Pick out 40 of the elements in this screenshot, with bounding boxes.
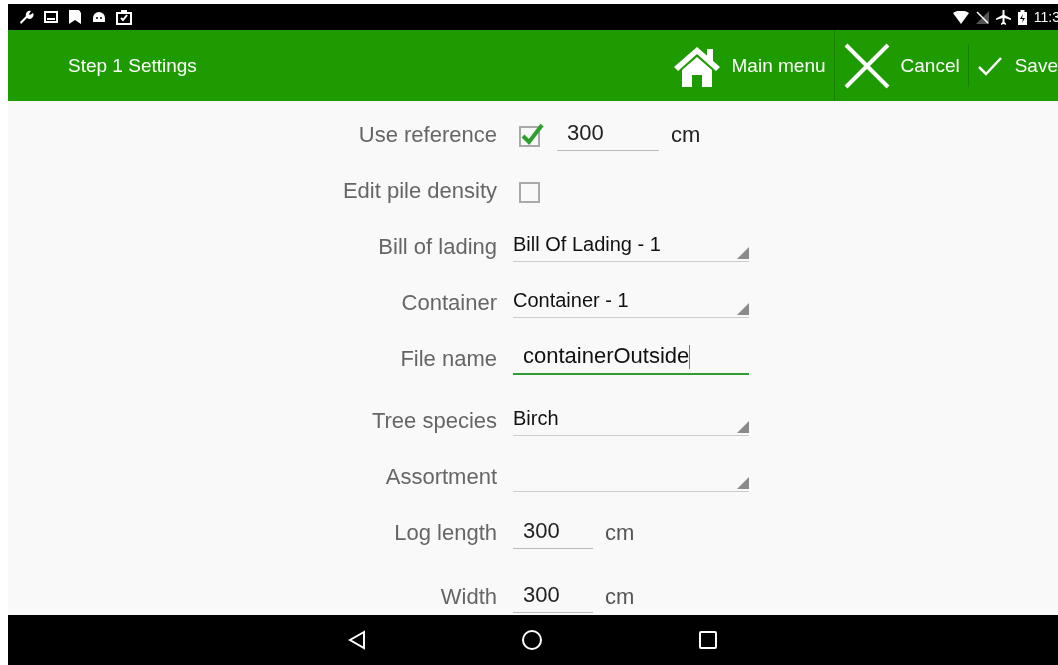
clipboard-icon [116,9,132,25]
field-label: Assortment [384,464,497,490]
recents-icon[interactable] [698,630,718,650]
field-label: Container [400,290,497,316]
save-button[interactable]: Save [968,30,1058,101]
image-icon [44,10,58,24]
checkbox[interactable] [517,122,545,148]
unit-label: cm [605,520,635,546]
field-label: Tree species [370,408,497,434]
main-menu-button[interactable]: Main menu [663,30,834,101]
number-field[interactable]: 300 [513,517,593,549]
home-icon[interactable] [521,629,543,651]
cancel-button[interactable]: Cancel [834,30,968,101]
field-label: File name [399,346,497,372]
close-icon [842,41,891,90]
number-field[interactable]: 300 [557,119,659,151]
wifi-icon [952,10,969,24]
dropdown-arrow-icon [737,302,749,315]
dropdown[interactable]: Bill Of Lading - 1 [513,232,749,262]
battery-icon [1017,9,1027,25]
number-field[interactable]: 300 [513,581,593,613]
text-field[interactable]: containerOutside [513,342,749,376]
dropdown-arrow-icon [737,476,749,489]
no-signal-icon [975,10,989,24]
dropdown-arrow-icon [737,420,749,433]
back-icon[interactable] [348,630,366,650]
dropdown-arrow-icon [737,246,749,259]
unit-label: cm [605,584,635,610]
field-label: Use reference [357,122,497,148]
android-icon [92,10,106,24]
toolbar-title: Step 1 Settings [68,54,197,77]
field-label: Log length [393,520,497,546]
dropdown[interactable]: Container - 1 [513,288,749,318]
field-label: Width [439,584,497,610]
airplane-icon [995,9,1011,25]
field-label: Edit pile density [341,178,497,204]
field-label: Bill of lading [377,234,497,260]
unit-label: cm [671,122,701,148]
wrench-icon [18,9,34,25]
dropdown[interactable]: Birch [513,406,749,436]
